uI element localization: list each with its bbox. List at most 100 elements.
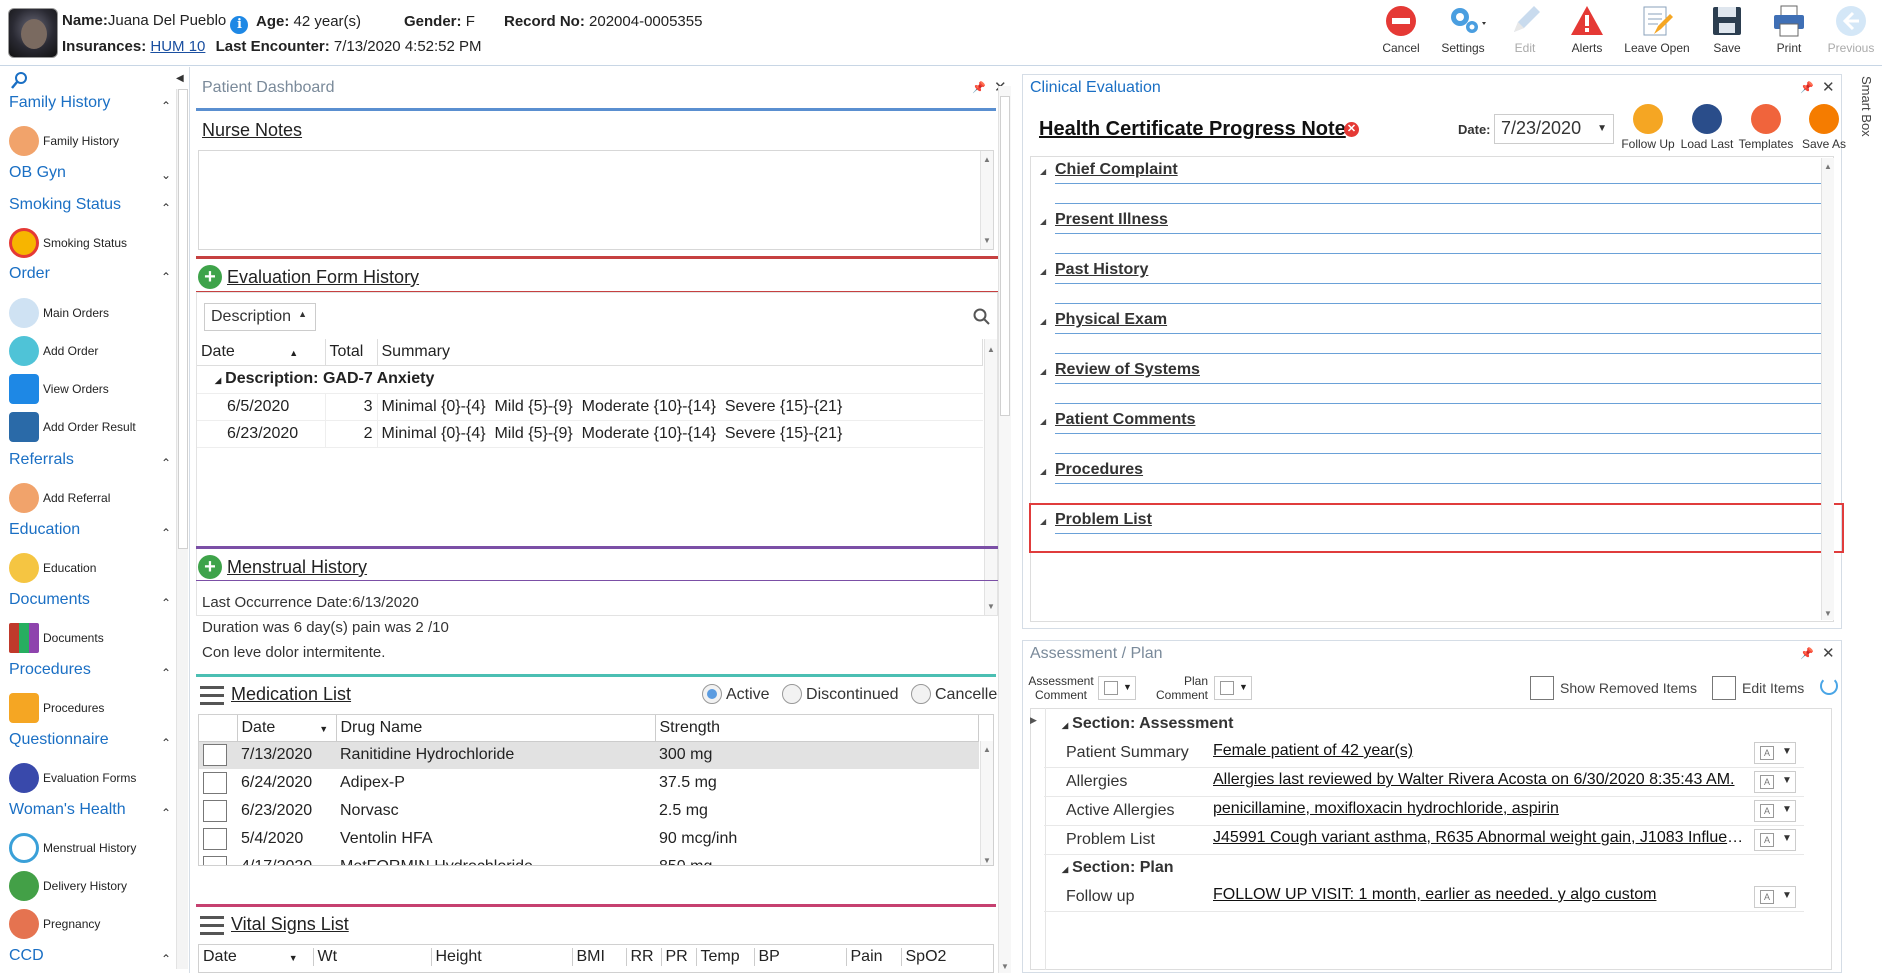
group-by-select[interactable]: Description ▲	[204, 303, 316, 331]
save-button[interactable]: Save	[1696, 4, 1758, 62]
row-comment-dropdown[interactable]: A ▼	[1754, 771, 1796, 793]
search-icon[interactable]	[10, 71, 30, 95]
sidebar-item-procedures[interactable]: Procedures	[9, 693, 104, 723]
edit-items-checkbox[interactable]	[1712, 676, 1736, 700]
chevron-up-icon[interactable]: ⌃	[161, 201, 171, 215]
column-header-bmi[interactable]: BMI	[572, 948, 627, 966]
sidebar-item-documents[interactable]: Documents	[9, 623, 104, 653]
sidebar-item-evaluation-forms[interactable]: Evaluation Forms	[9, 763, 136, 793]
nurse-notes-textarea[interactable]: ▲ ▼	[198, 150, 994, 250]
print-button[interactable]: Print	[1758, 4, 1820, 62]
filter-discontinued-radio[interactable]: Discontinued	[782, 684, 899, 704]
sidebar-section-womans-health[interactable]: Woman's Health	[9, 801, 126, 819]
collapse-sidebar-icon[interactable]: ◀	[176, 73, 184, 84]
table-row[interactable]: 6/23/2020 Norvasc 2.5 mg	[199, 797, 979, 825]
expand-icon[interactable]: ▶	[1030, 715, 1037, 726]
table-row[interactable]: 6/24/2020 Adipex-P 37.5 mg	[199, 769, 979, 797]
row-comment-dropdown[interactable]: A ▼	[1754, 800, 1796, 822]
row-comment-dropdown[interactable]: A ▼	[1754, 829, 1796, 851]
chevron-up-icon[interactable]: ⌃	[161, 456, 171, 470]
section-plan-header[interactable]: ◢ Section: Plan	[1062, 859, 1174, 877]
evaluation-scrollbar[interactable]: ▲ ▼	[984, 339, 997, 615]
chevron-up-icon[interactable]: ⌃	[161, 666, 171, 680]
section-physical-exam[interactable]: ◢ Physical Exam	[1037, 311, 1827, 359]
section-present-illness[interactable]: ◢ Present Illness	[1037, 211, 1827, 259]
medication-list-title[interactable]: Medication List	[231, 684, 351, 705]
section-patient-comments[interactable]: ◢ Patient Comments	[1037, 411, 1827, 459]
search-icon[interactable]	[973, 308, 991, 330]
row-comment-dropdown[interactable]: A ▼	[1754, 886, 1796, 908]
leave-open-button[interactable]: Leave Open	[1618, 4, 1696, 62]
dashboard-scrollbar[interactable]: ▼	[998, 86, 1011, 973]
column-header-total[interactable]: Total	[325, 339, 378, 365]
table-row[interactable]: 4/17/2020 MetFORMIN Hydrochloride 850 mg	[199, 853, 979, 865]
sidebar-section-ccd[interactable]: CCD	[9, 947, 44, 965]
nurse-notes-title[interactable]: Nurse Notes	[202, 120, 302, 141]
section-procedures[interactable]: ◢ Procedures	[1037, 461, 1827, 509]
chevron-up-icon[interactable]: ⌃	[161, 596, 171, 610]
chevron-down-icon[interactable]: ⌄	[161, 168, 171, 182]
sidebar-item-delivery-history[interactable]: Delivery History	[9, 871, 127, 901]
column-header-date[interactable]: Date ▼	[237, 715, 337, 741]
chevron-up-icon[interactable]: ⌃	[161, 736, 171, 750]
sidebar-item-main-orders[interactable]: Main Orders	[9, 298, 109, 328]
sidebar-section-family-history[interactable]: Family History	[9, 94, 110, 112]
row-checkbox[interactable]	[203, 800, 227, 822]
row-checkbox[interactable]	[203, 744, 227, 767]
chevron-up-icon[interactable]: ⌃	[161, 806, 171, 820]
smart-box-tab[interactable]: Smart Box	[1850, 76, 1874, 156]
follow-up-button[interactable]: Follow Up	[1619, 104, 1677, 151]
close-icon[interactable]: ✕	[1822, 644, 1835, 662]
add-evaluation-button[interactable]: +	[198, 265, 222, 289]
sidebar-item-family-history[interactable]: Family History	[9, 126, 119, 156]
pin-icon[interactable]: 📌	[1800, 81, 1814, 94]
sidebar-section-referrals[interactable]: Referrals	[9, 451, 74, 469]
load-last-button[interactable]: Load Last	[1678, 104, 1736, 151]
column-header-strength[interactable]: Strength	[655, 715, 979, 741]
pin-icon[interactable]: 📌	[1800, 647, 1814, 660]
sidebar-section-questionnaire[interactable]: Questionnaire	[9, 731, 109, 749]
add-menstrual-button[interactable]: +	[198, 555, 222, 579]
sidebar-item-smoking-status[interactable]: Smoking Status	[9, 228, 127, 258]
medication-menu-icon[interactable]	[200, 686, 224, 706]
edit-button[interactable]: Edit	[1494, 4, 1556, 62]
filter-cancelled-radio[interactable]: Cancelled	[910, 684, 1006, 704]
sidebar-item-add-referral[interactable]: Add Referral	[9, 483, 110, 513]
menstrual-history-title[interactable]: Menstrual History	[227, 557, 367, 578]
sidebar-section-education[interactable]: Education	[9, 521, 80, 539]
section-assessment-header[interactable]: ◢ Section: Assessment	[1062, 715, 1233, 733]
column-header-rr[interactable]: RR	[626, 948, 662, 966]
save-as-button[interactable]: Save As	[1795, 104, 1853, 151]
column-header-height[interactable]: Height	[431, 948, 573, 966]
cancel-button[interactable]: Cancel	[1370, 4, 1432, 62]
row-comment-dropdown[interactable]: A ▼	[1754, 742, 1796, 764]
group-row[interactable]: ◢ Description: GAD-7 Anxiety	[197, 365, 983, 393]
note-date-picker[interactable]: 7/23/2020 ▼	[1494, 114, 1614, 144]
sidebar-scrollbar[interactable]	[176, 89, 188, 969]
row-checkbox[interactable]	[203, 772, 227, 794]
sidebar-item-view-orders[interactable]: View Orders	[9, 374, 109, 404]
row-checkbox[interactable]	[203, 856, 227, 865]
column-header-drug-name[interactable]: Drug Name	[336, 715, 656, 741]
plan-comment-button[interactable]: ▼	[1214, 676, 1252, 700]
sidebar-item-education[interactable]: Education	[9, 553, 96, 583]
table-row[interactable]: 5/4/2020 Ventolin HFA 90 mcg/inh	[199, 825, 979, 853]
sidebar-item-pregnancy[interactable]: Pregnancy	[9, 909, 100, 939]
alerts-button[interactable]: Alerts	[1556, 4, 1618, 62]
column-header-pr[interactable]: PR	[661, 948, 697, 966]
evaluation-history-title[interactable]: Evaluation Form History	[227, 267, 419, 288]
insurance-link[interactable]: HUM 10	[150, 38, 205, 55]
sidebar-item-menstrual-history[interactable]: Menstrual History	[9, 833, 136, 863]
assessment-comment-button[interactable]: ▼	[1098, 676, 1136, 700]
section-past-history[interactable]: ◢ Past History	[1037, 261, 1827, 309]
sidebar-item-add-order-result[interactable]: Add Order Result	[9, 412, 136, 442]
column-header-date[interactable]: Date ▼	[199, 948, 314, 966]
chevron-up-icon[interactable]: ⌃	[161, 99, 171, 113]
column-header-summary[interactable]: Summary	[377, 339, 983, 365]
assessment-row-allergies[interactable]: Allergies Allergies last reviewed by Wal…	[1044, 768, 1804, 797]
previous-button[interactable]: Previous	[1820, 4, 1882, 62]
column-header-temp[interactable]: Temp	[696, 948, 755, 966]
sidebar-section-procedures[interactable]: Procedures	[9, 661, 91, 679]
chevron-up-icon[interactable]: ⌃	[161, 526, 171, 540]
vital-signs-title[interactable]: Vital Signs List	[231, 914, 349, 935]
